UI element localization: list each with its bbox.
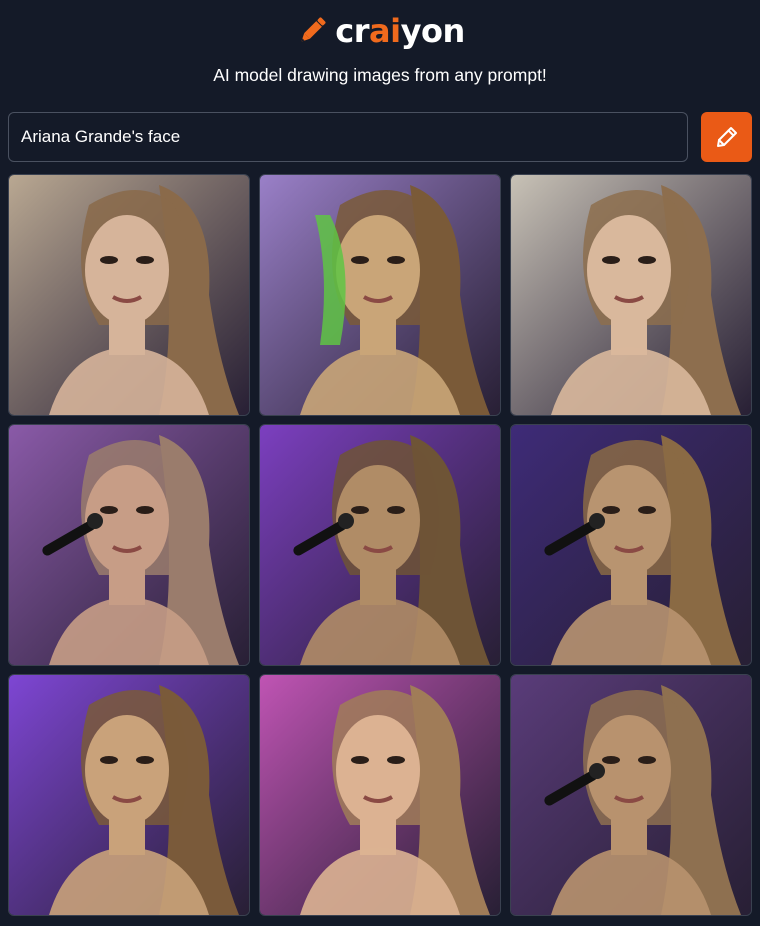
brand-accent: ai <box>369 12 401 50</box>
prompt-row <box>8 112 752 162</box>
brand-logo[interactable]: craiyon <box>0 10 760 52</box>
result-image[interactable] <box>8 674 250 916</box>
brand-suffix: yon <box>400 12 466 50</box>
portrait-image <box>260 425 500 665</box>
portrait-image <box>511 175 751 415</box>
portrait-image <box>9 175 249 415</box>
portrait-image <box>260 675 500 915</box>
brand-prefix: cr <box>335 12 370 50</box>
pencil-icon <box>716 127 737 147</box>
result-image[interactable] <box>8 424 250 666</box>
portrait-image <box>260 175 500 415</box>
result-image[interactable] <box>510 674 752 916</box>
portrait-image <box>511 425 751 665</box>
result-image[interactable] <box>259 674 501 916</box>
brand-wordmark: craiyon <box>335 12 466 50</box>
result-image[interactable] <box>510 424 752 666</box>
result-image[interactable] <box>259 424 501 666</box>
portrait-image <box>511 675 751 915</box>
result-image[interactable] <box>8 174 250 416</box>
tagline: AI model drawing images from any prompt! <box>213 65 547 85</box>
craiyon-page: craiyon AI model drawing images from any… <box>0 0 760 926</box>
draw-button[interactable] <box>701 112 752 162</box>
prompt-input[interactable] <box>8 112 688 162</box>
result-image[interactable] <box>259 174 501 416</box>
pencil-icon <box>301 17 326 42</box>
portrait-image <box>9 425 249 665</box>
results-grid <box>8 174 752 918</box>
result-image[interactable] <box>510 174 752 416</box>
portrait-image <box>9 675 249 915</box>
